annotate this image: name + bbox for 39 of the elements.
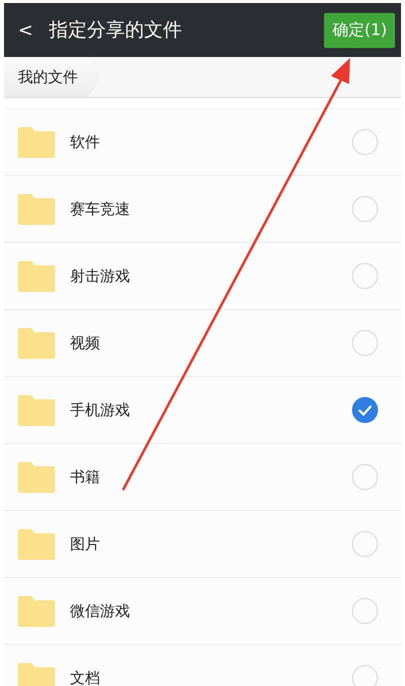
file-row[interactable]: 射击游戏 (4, 243, 401, 310)
folder-name: 书籍 (70, 468, 101, 486)
radio-button[interactable] (351, 597, 379, 625)
radio-button[interactable] (351, 195, 379, 223)
file-row[interactable]: 文档 (4, 645, 401, 686)
folder-icon (18, 528, 55, 560)
folder-icon (18, 328, 55, 358)
file-row[interactable]: 微信游戏 (4, 578, 401, 645)
file-row[interactable]: 赛车竞速 (4, 176, 401, 243)
folder-name: 软件 (70, 132, 101, 152)
folder-name: 视频 (70, 334, 101, 352)
folder-name: 微信游戏 (70, 602, 131, 620)
radio-button[interactable] (351, 262, 379, 290)
back-button[interactable]: < (18, 20, 34, 40)
folder-icon (18, 394, 55, 426)
folder-name: 文档 (70, 668, 101, 686)
file-row[interactable]: 图片 (4, 511, 401, 578)
radio-button[interactable] (351, 463, 379, 491)
folder-name: 射击游戏 (70, 266, 131, 286)
folder-icon (18, 126, 55, 158)
file-row[interactable]: 书籍 (4, 444, 401, 511)
folder-icon (18, 462, 55, 492)
folder-name: 图片 (70, 534, 101, 554)
checked-radio-icon[interactable] (351, 396, 379, 424)
radio-button[interactable] (351, 329, 379, 357)
screen-title: 指定分享的文件 (49, 18, 184, 43)
radio-button[interactable] (351, 664, 379, 686)
folder-icon (18, 260, 55, 292)
breadcrumb-item[interactable]: 我的文件 (4, 57, 100, 97)
folder-name: 手机游戏 (70, 400, 131, 420)
folder-icon (18, 194, 55, 224)
file-row[interactable]: 手机游戏 (4, 377, 401, 444)
radio-button[interactable] (351, 530, 379, 558)
file-row[interactable]: 软件 (4, 109, 401, 176)
folder-name: 赛车竞速 (70, 200, 131, 218)
folder-icon (18, 596, 55, 626)
file-row[interactable]: 视频 (4, 310, 401, 377)
folder-icon (18, 662, 55, 686)
radio-button[interactable] (351, 128, 379, 156)
